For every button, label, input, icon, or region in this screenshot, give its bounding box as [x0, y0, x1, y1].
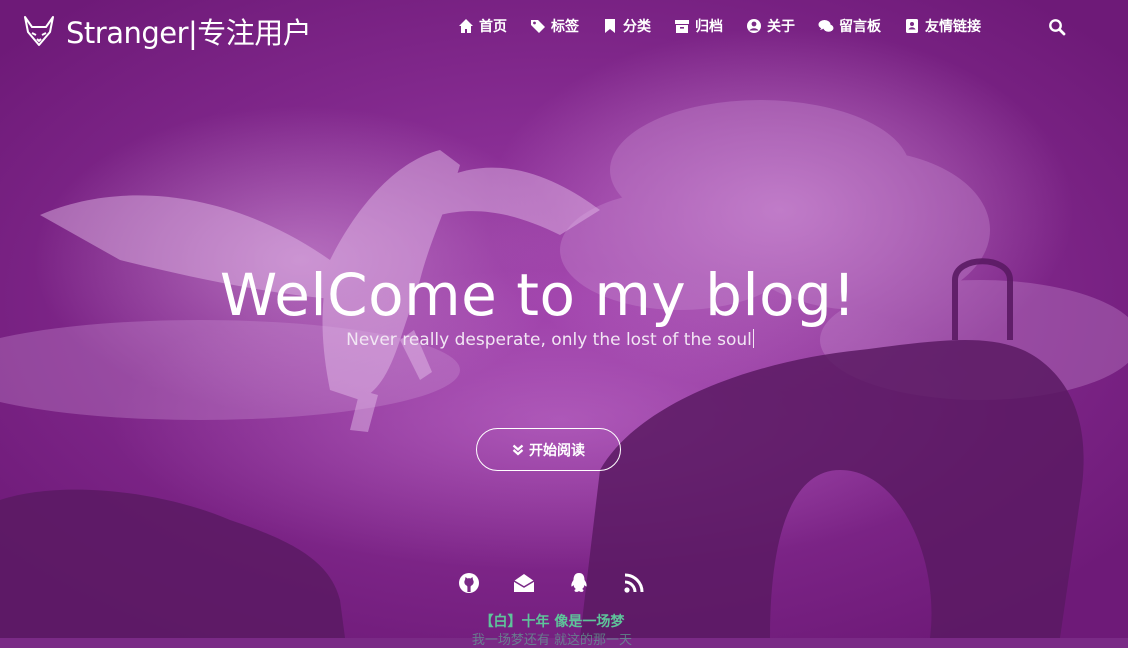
bookmark-icon: [605, 19, 615, 33]
nav-label: 归档: [695, 19, 723, 35]
address-book-icon: [906, 19, 918, 33]
rss-icon[interactable]: [623, 572, 645, 594]
social-links: [458, 572, 678, 594]
nav-item-categories[interactable]: 分类: [602, 16, 651, 36]
github-icon[interactable]: [458, 572, 480, 594]
fox-icon: [24, 16, 54, 46]
nav-label: 标签: [551, 19, 579, 35]
nav-label: 留言板: [839, 19, 881, 35]
start-reading-button[interactable]: 开始阅读: [476, 428, 621, 471]
qq-icon[interactable]: [568, 572, 590, 594]
tags-icon: [531, 20, 545, 33]
nav-item-friend-links[interactable]: 友情链接: [904, 16, 981, 36]
nav-label: 友情链接: [925, 19, 981, 35]
nav-item-guestbook[interactable]: 留言板: [818, 16, 881, 36]
comments-icon: [818, 20, 834, 32]
home-icon: [459, 19, 473, 33]
search-icon[interactable]: [1048, 18, 1066, 36]
nav-item-archive[interactable]: 归档: [674, 16, 723, 36]
typing-cursor: [752, 329, 754, 348]
nav-label: 关于: [767, 19, 795, 35]
hero-subtitle-text: Never really desperate, only the lost of…: [346, 330, 752, 350]
nav-item-tags[interactable]: 标签: [530, 16, 579, 36]
brand-name: Stranger|专注用户: [66, 16, 312, 50]
main-menu: 首页 标签 分类 归档 关于 留言板 友情链接: [458, 16, 1004, 36]
lyric-quote: 【白】十年 像是一场梦: [479, 614, 625, 630]
envelope-icon[interactable]: [513, 572, 535, 594]
nav-item-about[interactable]: 关于: [746, 16, 795, 36]
nav-item-home[interactable]: 首页: [458, 16, 507, 36]
hero-subtitle: Never really desperate, only the lost of…: [0, 329, 1100, 350]
brand-logo[interactable]: Stranger|专注用户: [22, 10, 312, 52]
user-circle-icon: [747, 19, 761, 33]
archive-icon: [675, 20, 689, 33]
chevron-double-down-icon: [512, 444, 524, 455]
hero-title: WelCome to my blog!: [219, 260, 857, 329]
start-reading-label: 开始阅读: [529, 442, 585, 459]
nav-label: 分类: [623, 19, 651, 35]
top-navbar: Stranger|专注用户 首页 标签 分类 归档 关于 留言板 友情链接: [0, 0, 1128, 54]
nav-label: 首页: [479, 19, 507, 35]
lyric-quote-next: 我一场梦还有 就这的那一天: [471, 633, 633, 648]
